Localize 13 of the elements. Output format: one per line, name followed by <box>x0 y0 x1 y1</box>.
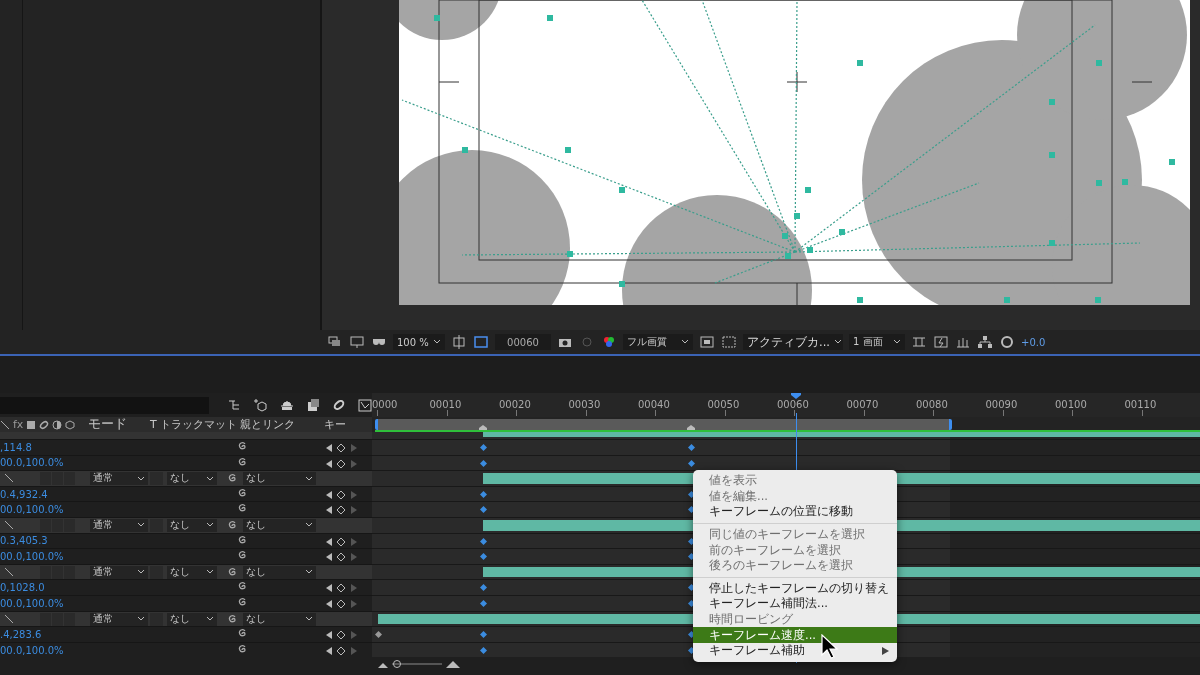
effects-column-label: fx <box>13 418 24 431</box>
ruler-label: 00080 <box>916 399 948 410</box>
ruler-label: 00050 <box>707 399 740 410</box>
ruler-label: 00010 <box>429 399 462 410</box>
ruler-label: 00030 <box>568 399 601 410</box>
ruler-label: 0000 <box>372 399 398 410</box>
ruler-label: 00070 <box>846 399 879 410</box>
ruler-label: 00060 <box>777 399 809 410</box>
ruler-label: 00090 <box>985 399 1018 410</box>
ruler-label: 00100 <box>1055 399 1087 410</box>
ruler-label: 00110 <box>1124 399 1157 410</box>
ruler-label: 00020 <box>499 399 531 410</box>
ruler-label: 00040 <box>638 399 670 410</box>
